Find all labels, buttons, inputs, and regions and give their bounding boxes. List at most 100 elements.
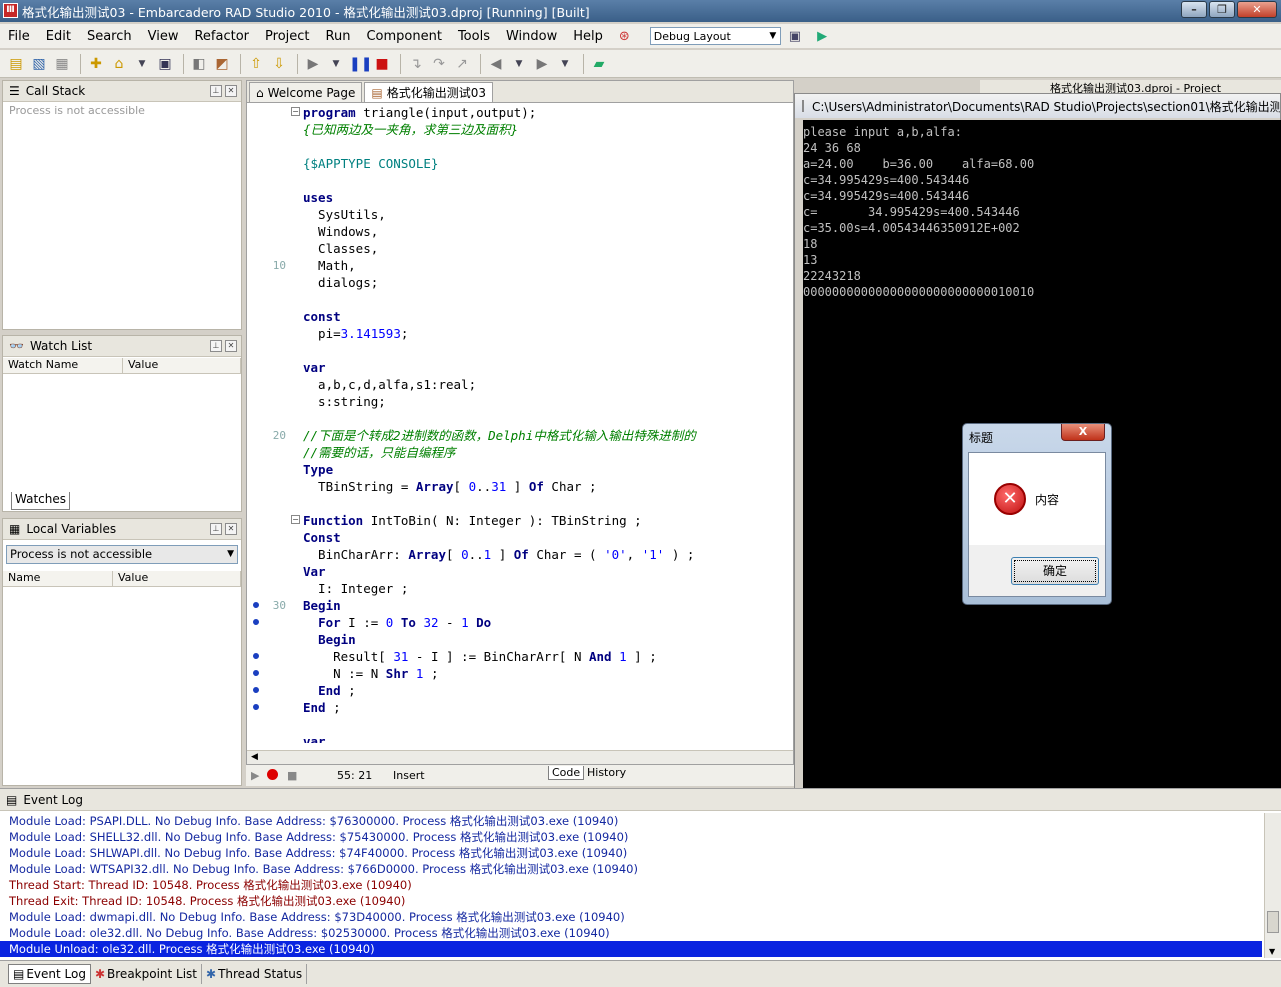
- event-log-entry[interactable]: Module Load: ole32.dll. No Debug Info. B…: [0, 925, 1262, 941]
- tab-source-file[interactable]: ▤ 格式化输出测试03: [364, 82, 494, 102]
- tab-thread-status[interactable]: ✱ Thread Status: [202, 964, 308, 984]
- code-line[interactable]: {已知两边及一夹角，求第三边及面积}: [303, 121, 518, 138]
- fold-toggle-icon[interactable]: −: [291, 107, 300, 116]
- dialog-close-button[interactable]: X: [1061, 424, 1105, 441]
- add-to-project-icon[interactable]: ⇧: [246, 54, 266, 74]
- code-line[interactable]: Const: [303, 529, 341, 546]
- scroll-left-icon[interactable]: ◀: [251, 752, 258, 762]
- code-line[interactable]: Function IntToBin( N: Integer ): TBinStr…: [303, 512, 642, 529]
- code-line[interactable]: Result[ 31 - I ] := BinCharArr[ N And 1 …: [303, 648, 657, 665]
- tab-history[interactable]: History: [584, 766, 629, 779]
- save-desktop-icon[interactable]: ▣: [781, 29, 809, 44]
- new-items-icon[interactable]: ▤: [6, 54, 26, 74]
- remove-from-project-icon[interactable]: ⇩: [269, 54, 289, 74]
- ok-button[interactable]: 确定: [1011, 557, 1099, 585]
- column-value[interactable]: Value: [123, 358, 241, 373]
- stop-icon[interactable]: ■: [372, 54, 392, 74]
- code-line[interactable]: TBinString = Array[ 0..31 ] Of Char ;: [303, 478, 597, 495]
- close-file-icon[interactable]: ◩: [212, 54, 232, 74]
- menu-search[interactable]: Search: [79, 29, 140, 44]
- new-unit-icon[interactable]: ✚: [86, 54, 106, 74]
- event-log-entry[interactable]: Thread Start: Thread ID: 10548. Process …: [0, 877, 1262, 893]
- run-to-cursor-icon[interactable]: ↗: [452, 54, 472, 74]
- breakpoint-icon[interactable]: [267, 769, 278, 780]
- breakpoint-dot-icon[interactable]: [253, 704, 259, 710]
- code-line[interactable]: N := N Shr 1 ;: [303, 665, 438, 682]
- pin-icon[interactable]: ⊥: [210, 85, 222, 97]
- breakpoint-dot-icon[interactable]: [253, 653, 259, 659]
- code-line[interactable]: a,b,c,d,alfa,s1:real;: [303, 376, 476, 393]
- menu-help[interactable]: Help: [565, 29, 611, 44]
- forward-icon[interactable]: ▶: [532, 54, 552, 74]
- code-line[interactable]: var: [303, 359, 326, 376]
- set-debug-desktop-icon[interactable]: ▶: [809, 29, 835, 44]
- open-file-icon[interactable]: ◧: [189, 54, 209, 74]
- code-line[interactable]: Var: [303, 563, 326, 580]
- local-variables-select[interactable]: Process is not accessible ▼: [6, 545, 238, 564]
- code-line[interactable]: SysUtils,: [303, 206, 386, 223]
- scroll-thumb[interactable]: [1267, 911, 1279, 933]
- save-icon[interactable]: ▣: [155, 54, 175, 74]
- tab-welcome-page[interactable]: ⌂ Welcome Page: [249, 82, 363, 102]
- step-over-icon[interactable]: ↷: [429, 54, 449, 74]
- open-project-icon[interactable]: ▧: [29, 54, 49, 74]
- tab-breakpoint-list[interactable]: ✱ Breakpoint List: [91, 964, 203, 984]
- layout-dropdown[interactable]: Debug Layout ▼: [649, 27, 781, 45]
- help-book-icon[interactable]: ▰: [589, 54, 609, 74]
- menu-refactor[interactable]: Refactor: [186, 29, 257, 44]
- code-line[interactable]: pi=3.141593;: [303, 325, 408, 342]
- code-line[interactable]: const: [303, 308, 341, 325]
- code-line[interactable]: program triangle(input,output);: [303, 104, 536, 121]
- minimize-button[interactable]: –: [1181, 1, 1207, 18]
- column-value[interactable]: Value: [113, 571, 241, 586]
- vertical-scrollbar[interactable]: ▼: [1264, 813, 1281, 958]
- code-line[interactable]: I: Integer ;: [303, 580, 408, 597]
- menu-project[interactable]: Project: [257, 29, 317, 44]
- event-log-entry[interactable]: Thread Exit: Thread ID: 10548. Process 格…: [0, 893, 1262, 909]
- back-dropdown-icon[interactable]: ▼: [509, 54, 529, 74]
- code-line[interactable]: {$APPTYPE CONSOLE}: [303, 155, 438, 172]
- code-line[interactable]: BinCharArr: Array[ 0..1 ] Of Char = ( '0…: [303, 546, 694, 563]
- menu-component[interactable]: Component: [358, 29, 449, 44]
- breakpoint-dot-icon[interactable]: [253, 619, 259, 625]
- breakpoint-dot-icon[interactable]: [253, 602, 259, 608]
- column-name[interactable]: Name: [3, 571, 113, 586]
- tab-code[interactable]: Code: [548, 766, 585, 780]
- pin-icon[interactable]: ⊥: [210, 523, 222, 535]
- run-icon[interactable]: ▶: [303, 54, 323, 74]
- menu-run[interactable]: Run: [318, 29, 359, 44]
- breakpoint-dot-icon[interactable]: [253, 670, 259, 676]
- code-line[interactable]: uses: [303, 189, 333, 206]
- code-line[interactable]: var: [303, 733, 326, 743]
- code-line[interactable]: End ;: [303, 699, 341, 716]
- code-line[interactable]: Begin: [303, 631, 356, 648]
- close-icon[interactable]: ✕: [225, 523, 237, 535]
- menu-view[interactable]: View: [140, 29, 187, 44]
- code-line[interactable]: Windows,: [303, 223, 378, 240]
- close-icon[interactable]: ✕: [225, 340, 237, 352]
- close-icon[interactable]: ✕: [225, 85, 237, 97]
- menu-window[interactable]: Window: [498, 29, 565, 44]
- code-line[interactable]: Classes,: [303, 240, 378, 257]
- save-all-icon[interactable]: ▦: [52, 54, 72, 74]
- event-log-entry[interactable]: Module Unload: ole32.dll. Process 格式化输出测…: [0, 941, 1262, 957]
- event-log-entry[interactable]: Module Load: dwmapi.dll. No Debug Info. …: [0, 909, 1262, 925]
- code-line[interactable]: End ;: [303, 682, 356, 699]
- code-area[interactable]: program triangle(input,output); {已知两边及一夹角…: [303, 103, 793, 743]
- watches-tab[interactable]: Watches: [11, 492, 70, 510]
- scroll-down-icon[interactable]: ▼: [1269, 947, 1275, 956]
- code-line[interactable]: For I := 0 To 32 - 1 Do: [303, 614, 491, 631]
- event-log-entry[interactable]: Module Load: PSAPI.DLL. No Debug Info. B…: [0, 813, 1262, 829]
- maximize-button[interactable]: ❐: [1209, 1, 1235, 18]
- column-watch-name[interactable]: Watch Name: [3, 358, 123, 373]
- editor-gutter[interactable]: 10 20 30 − −: [247, 103, 302, 743]
- pause-icon[interactable]: ❚❚: [349, 54, 372, 74]
- open-icon[interactable]: ⌂: [109, 54, 129, 74]
- fold-toggle-icon[interactable]: −: [291, 515, 300, 524]
- code-line[interactable]: //下面是个转成2进制数的函数，Delphi中格式化输入输出特殊进制的: [303, 427, 696, 444]
- menu-file[interactable]: File: [0, 29, 38, 44]
- breakpoint-dot-icon[interactable]: [253, 687, 259, 693]
- trace-into-icon[interactable]: ↴: [406, 54, 426, 74]
- run-small-icon[interactable]: ▶: [251, 769, 259, 782]
- code-line[interactable]: Type: [303, 461, 333, 478]
